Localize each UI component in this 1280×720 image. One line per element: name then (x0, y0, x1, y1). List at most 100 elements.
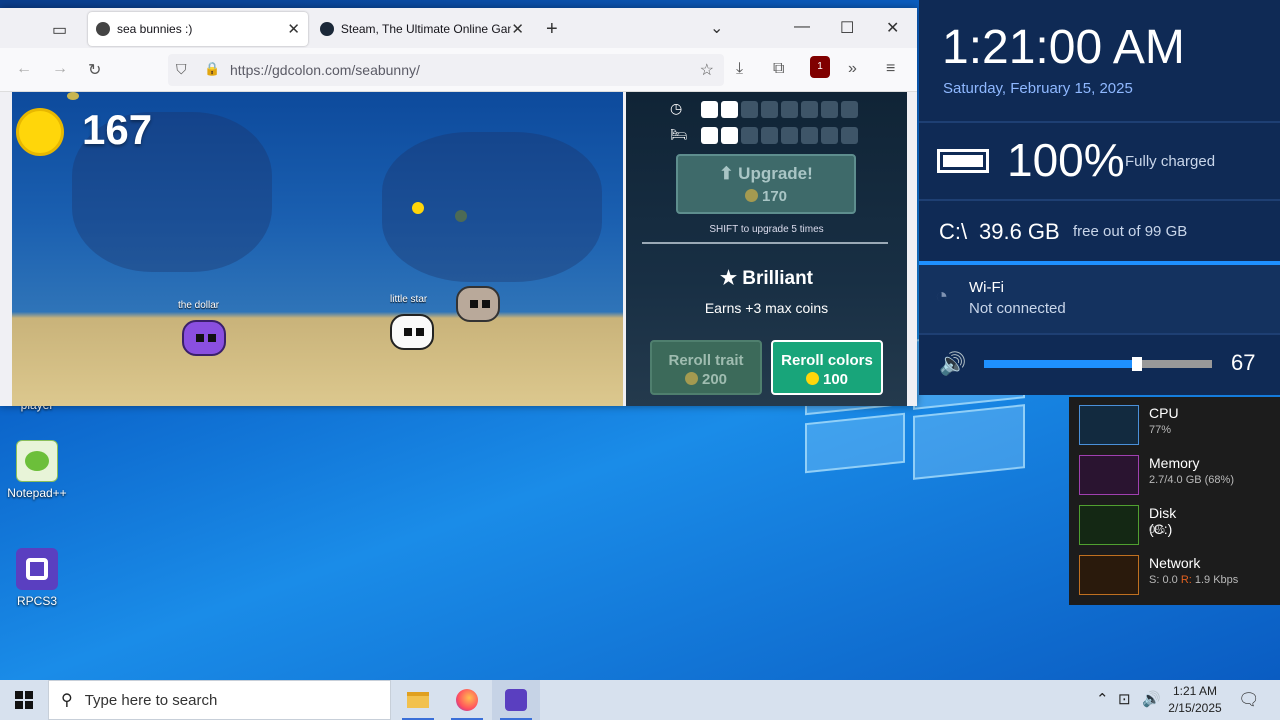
maximize-button[interactable]: ☐ (840, 18, 854, 38)
wifi-section: ◔ Wi-Fi Not connected (919, 265, 1280, 333)
shield-icon[interactable]: ⛉ (176, 61, 187, 78)
volume-value: 67 (1231, 350, 1256, 375)
memory-graph (1079, 455, 1139, 495)
ublock-badge: 1 (817, 61, 823, 72)
battery-section: 100% Fully charged (919, 121, 1280, 199)
perf-value: 77% (1149, 424, 1172, 436)
tab-steam[interactable]: Steam, The Ultimate Online Gan ✕ (312, 12, 532, 46)
upgrade-arrow-icon: ⬆ (719, 164, 739, 183)
divider (642, 242, 888, 244)
extensions-icon[interactable]: ⧉ (773, 60, 784, 78)
clock-icon: ◷ (670, 100, 683, 116)
back-icon[interactable]: ← (16, 60, 32, 78)
close-tab-icon[interactable]: ✕ (511, 20, 524, 38)
trait-description: Earns +3 max coins (704, 300, 829, 316)
network-icon[interactable]: ⊡ (1118, 690, 1131, 708)
ublock-icon[interactable]: 1 (810, 56, 830, 78)
star-icon: ★ (719, 268, 743, 289)
clock-date: Saturday, February 15, 2025 (943, 80, 1133, 97)
menu-icon[interactable]: ≡ (886, 60, 895, 78)
network-graph (1079, 555, 1139, 595)
upgrade-cost: 170 (761, 188, 788, 205)
performance-gadget: CPU 77% Memory 2.7/4.0 GB (68%) Disk (C:… (1069, 397, 1280, 605)
tab-overflow-icon[interactable]: ⌄ (710, 18, 723, 38)
close-window-button[interactable]: ✕ (886, 18, 899, 38)
forward-icon[interactable]: → (52, 60, 68, 78)
shift-hint: SHIFT to upgrade 5 times (709, 224, 824, 235)
bunny-name: the dollar (178, 300, 220, 311)
lock-icon[interactable]: 🔒 (204, 61, 220, 77)
game-canvas[interactable]: 167 the dollar little star (12, 92, 623, 406)
upgrade-button[interactable]: ⬆ Upgrade! 170 (676, 154, 856, 214)
drive-section: C:\ 39.6 GB free out of 99 GB (919, 199, 1280, 265)
perf-value: S: 0.0 R: 1.9 Kbps (1149, 574, 1239, 586)
start-button[interactable] (0, 680, 48, 720)
notepadpp-icon (16, 440, 58, 482)
perf-name: Network (1149, 555, 1201, 571)
floating-coin[interactable] (412, 202, 424, 214)
nav-bar: ← → ↻ ⛉ 🔒 https://gdcolon.com/seabunny/ … (0, 48, 917, 92)
volume-slider[interactable] (984, 357, 1212, 371)
url-bar[interactable]: ⛉ 🔒 https://gdcolon.com/seabunny/ ☆ (168, 54, 724, 86)
taskbar-firefox[interactable] (443, 680, 491, 720)
sea-bunny-purple[interactable] (182, 320, 226, 356)
browser-window: ▭ sea bunnies :) ✕ Steam, The Ultimate O… (0, 8, 917, 406)
sea-bunny-tan[interactable] (456, 286, 500, 322)
reroll-colors-cost: 100 (822, 371, 849, 388)
tab-sea-bunnies[interactable]: sea bunnies :) ✕ (88, 12, 308, 46)
reroll-trait-button[interactable]: Reroll trait 200 (650, 340, 762, 395)
perf-name: CPU (1149, 405, 1179, 421)
wifi-icon: ◔ (935, 283, 949, 308)
new-tab-button[interactable]: + (546, 18, 558, 41)
battery-icon (937, 149, 989, 173)
close-tab-icon[interactable]: ✕ (287, 20, 300, 38)
minimize-button[interactable]: — (794, 18, 810, 36)
reroll-trait-cost: 200 (701, 371, 728, 388)
notification-icon[interactable]: 🗨 (1238, 690, 1260, 710)
url-text: https://gdcolon.com/seabunny/ (230, 62, 420, 78)
search-placeholder: Type here to search (84, 691, 218, 709)
bunny-panel: ◷ 🛏 ⬆ Upgrade! 170 SHIFT to upgrade 5 ti… (626, 92, 907, 406)
desktop-icon-label: Notepad++ (7, 486, 67, 500)
wifi-status: Not connected (969, 300, 1066, 317)
overflow-chevron-icon[interactable]: » (848, 60, 857, 78)
reroll-colors-button[interactable]: Reroll colors 100 (771, 340, 883, 395)
volume-icon[interactable]: 🔊 (1142, 690, 1161, 708)
tab-list-icon[interactable]: ▭ (52, 20, 67, 40)
desktop-icon-label: RPCS3 (16, 594, 57, 608)
bunny-name: little star (390, 294, 428, 305)
speaker-icon[interactable]: 🔊 (939, 351, 966, 377)
reload-icon[interactable]: ↻ (88, 60, 101, 80)
taskbar-search[interactable]: ⚲ Type here to search (48, 680, 391, 720)
taskbar-file-explorer[interactable] (394, 680, 442, 720)
taskbar-time: 1:21 AM (1172, 684, 1218, 698)
drive-free: 39.6 GB (979, 219, 1060, 244)
perf-name: Memory (1149, 455, 1200, 471)
wifi-title: Wi-Fi (969, 279, 1004, 296)
volume-thumb[interactable] (1131, 357, 1142, 371)
sea-bunny-white[interactable] (390, 314, 434, 350)
windows-start-icon (15, 691, 33, 709)
drive-total: free out of 99 GB (1073, 223, 1188, 240)
disk-graph (1079, 505, 1139, 545)
floating-coin-faded (455, 210, 467, 222)
rpcs3-icon (505, 689, 527, 711)
taskbar-clock[interactable]: 1:21 AM 2/15/2025 (1160, 683, 1230, 717)
desktop-icon-rpcs3[interactable]: RPCS3 (0, 548, 74, 608)
desktop-icon-notepadpp[interactable]: Notepad++ (0, 440, 74, 500)
coin-icon (16, 108, 64, 156)
bookmark-star-icon[interactable]: ☆ (700, 60, 714, 80)
downloads-icon[interactable]: ⤓ (736, 60, 743, 78)
trait-title: ★ Brilliant (719, 268, 814, 289)
firefox-icon (456, 689, 478, 711)
bed-icon: 🛏 (670, 126, 688, 142)
taskbar: ⚲ Type here to search ⌃ ⊡ 🔊 1:21 AM 2/15… (0, 680, 1280, 720)
upgrade-label: Upgrade! (738, 164, 813, 183)
steam-favicon-icon (320, 22, 334, 36)
tab-bar: ▭ sea bunnies :) ✕ Steam, The Ultimate O… (0, 8, 917, 48)
cpu-graph (1079, 405, 1139, 445)
search-icon: ⚲ (61, 692, 73, 709)
taskbar-rpcs3[interactable] (492, 680, 540, 720)
reroll-colors-label: Reroll colors (781, 352, 873, 369)
chevron-up-icon[interactable]: ⌃ (1096, 690, 1109, 708)
